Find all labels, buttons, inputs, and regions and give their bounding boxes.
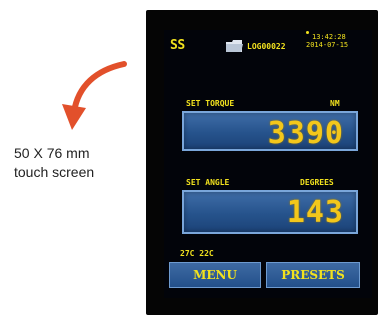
set-angle-label: SET ANGLE [186, 178, 230, 187]
torque-value-field[interactable]: 3390 [182, 111, 358, 151]
curved-arrow-icon [62, 61, 127, 130]
annotation-size: 50 X 76 mm [14, 145, 90, 161]
status-dot-icon [306, 31, 309, 34]
annotation-caption: touch screen [14, 164, 95, 180]
log-filename: LOG00022 [247, 42, 286, 51]
date-readout: 2014-07-15 [306, 41, 349, 49]
brand-logo: SS [170, 38, 185, 53]
datetime-readout: 13:42:28 2014-07-15 [306, 31, 349, 49]
menu-button[interactable]: MENU [169, 262, 261, 288]
torque-unit-label: NM [330, 99, 340, 108]
torque-value: 3390 [267, 116, 344, 151]
angle-value: 143 [286, 195, 344, 230]
temperature-1: 27C [180, 249, 195, 258]
temperature-readout: 27C 22C [180, 249, 214, 258]
angle-value-field[interactable]: 143 [182, 190, 358, 234]
temperature-2: 22C [199, 249, 214, 258]
presets-button[interactable]: PRESETS [266, 262, 360, 288]
time-readout: 13:42:28 [312, 33, 346, 41]
set-torque-label: SET TORQUE [186, 99, 235, 108]
angle-unit-label: DEGREES [300, 178, 334, 187]
folder-icon[interactable] [226, 40, 243, 52]
screen-size-annotation: 50 X 76 mm touch screen [14, 144, 124, 182]
